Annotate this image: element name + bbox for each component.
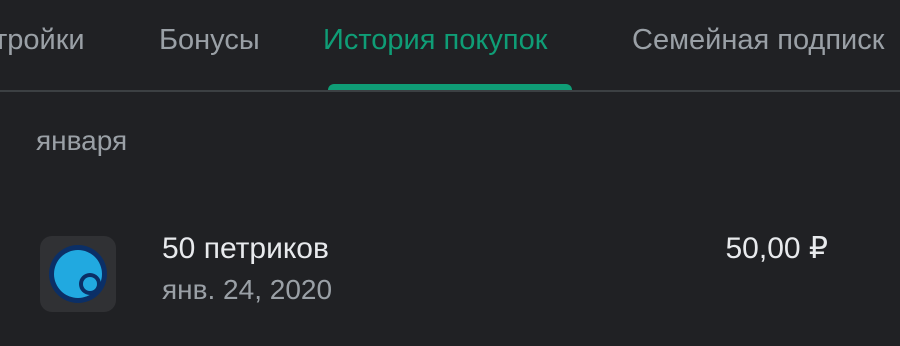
tab-bar: тройки Бонусы История покупок Семейная п… [0, 0, 900, 92]
tab-family-subscription[interactable]: Семейная подписк [632, 22, 884, 58]
purchase-date: янв. 24, 2020 [162, 274, 333, 305]
purchase-history-screen: тройки Бонусы История покупок Семейная п… [0, 0, 900, 346]
active-tab-indicator [328, 84, 572, 90]
purchase-price: 50,00 ₽ [725, 232, 829, 265]
tab-purchase-history[interactable]: История покупок [323, 22, 547, 58]
app-circle-icon [49, 245, 107, 303]
month-section-header: января [36, 125, 128, 156]
app-icon [40, 236, 116, 312]
purchase-title: 50 петриков [162, 232, 329, 265]
tab-settings[interactable]: тройки [0, 22, 85, 58]
tab-bonuses[interactable]: Бонусы [159, 22, 260, 58]
purchase-list-item[interactable]: 50 петриков янв. 24, 2020 50,00 ₽ [0, 220, 900, 330]
